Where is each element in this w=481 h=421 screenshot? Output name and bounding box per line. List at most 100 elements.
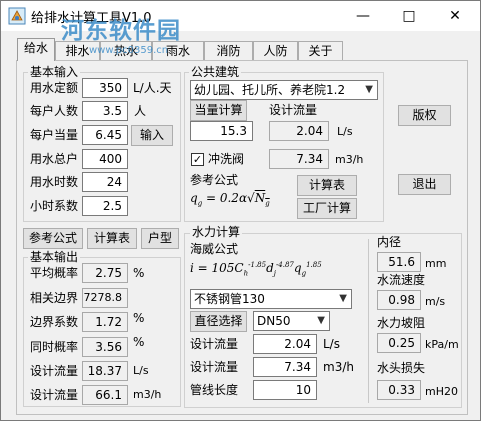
exit-button[interactable]: 退出 <box>398 174 451 195</box>
equiv-calc-button[interactable]: 当量计算 <box>190 100 247 121</box>
chevron-down-icon: ▼ <box>317 315 325 326</box>
hydraulic-calc-title: 水力计算 <box>190 225 243 239</box>
velocity-unit: m/s <box>425 295 446 308</box>
output-flow-m3h-label: 设计流量 <box>30 388 79 402</box>
output-flow-ls-label: 设计流量 <box>30 364 79 378</box>
hyd-flow-m3h-label: 设计流量 <box>190 360 239 374</box>
water-quota-label: 用水定额 <box>30 81 79 95</box>
ref-formula-button[interactable]: 参考公式 <box>23 228 83 249</box>
inner-diameter-value: 51.6 <box>377 252 421 272</box>
simultaneous-probability-label: 同时概率 <box>30 340 79 354</box>
tab-water-supply[interactable]: 给水 <box>17 38 55 61</box>
flow-formula: qg = 0.2α√Ng <box>190 191 270 208</box>
hydraulic-gradient-label: 水力坡阻 <box>377 316 426 330</box>
usage-hours-label: 用水时数 <box>30 175 79 189</box>
avg-probability-value: 2.75 <box>82 263 128 283</box>
basic-output-title: 基本输出 <box>28 250 81 264</box>
maximize-button[interactable]: □ <box>386 1 432 31</box>
app-window: 给排水计算工具V1.0 — □ ✕ 给水 排水 热水 雨水 消防 人防 关于 河… <box>0 0 481 421</box>
diameter-select-value: DN50 <box>257 314 291 328</box>
persons-unit: 人 <box>134 104 147 118</box>
velocity-label: 水流速度 <box>377 273 426 287</box>
chevron-down-icon: ▼ <box>365 84 373 95</box>
copyright-button[interactable]: 版权 <box>398 105 451 126</box>
hyd-flow-ls-unit: L/s <box>323 337 340 351</box>
head-loss-value: 0.33 <box>377 380 421 400</box>
flush-valve-checkbox[interactable]: ✓ <box>191 153 204 166</box>
hazen-formula-label: 海威公式 <box>190 242 239 256</box>
total-households-input[interactable]: 400 <box>82 149 128 169</box>
fixture-units-label: 每户当量 <box>30 128 79 142</box>
head-loss-unit: mH20 <box>425 385 458 398</box>
flush-valve-label: 冲洗阀 <box>208 152 245 166</box>
tab-rainwater[interactable]: 雨水 <box>152 41 204 60</box>
total-households-label: 用水总户 <box>30 152 79 166</box>
fixture-units-input[interactable]: 6.45 <box>82 125 128 145</box>
design-flow-ls-value: 2.04 <box>269 121 329 141</box>
boundary-coefficient-value: 1.72 <box>82 312 128 332</box>
public-building-title: 公共建筑 <box>189 65 242 79</box>
water-quota-unit: L/人.天 <box>133 81 172 95</box>
inner-diameter-unit: mm <box>425 257 447 270</box>
velocity-value: 0.98 <box>377 290 421 310</box>
inner-diameter-label: 内径 <box>377 235 402 249</box>
calc-table-button-2[interactable]: 计算表 <box>87 228 137 249</box>
design-flow-label: 设计流量 <box>269 103 318 117</box>
water-quota-input[interactable]: 350 <box>82 78 128 98</box>
diameter-select[interactable]: DN50 ▼ <box>253 311 330 331</box>
hyd-flow-m3h-input[interactable]: 7.34 <box>253 357 317 377</box>
hydraulic-gradient-value: 0.25 <box>377 333 421 353</box>
diameter-select-button[interactable]: 直径选择 <box>190 311 247 332</box>
minimize-button[interactable]: — <box>340 1 386 31</box>
output-flow-m3h-unit: m3/h <box>133 388 162 401</box>
building-type-value: 幼儿园、托儿所、养老院1.2 <box>194 83 346 97</box>
tab-fire-protection[interactable]: 消防 <box>204 41 253 60</box>
building-type-select[interactable]: 幼儿园、托儿所、养老院1.2 ▼ <box>190 80 378 100</box>
title-bar[interactable]: 给排水计算工具V1.0 — □ ✕ <box>1 1 480 31</box>
persons-per-household-input[interactable]: 3.5 <box>82 101 128 121</box>
pipe-length-label: 管线长度 <box>190 383 239 397</box>
boundary-coefficient-label: 边界系数 <box>30 315 79 329</box>
tab-hot-water[interactable]: 热水 <box>100 41 152 60</box>
output-flow-ls-unit: L/s <box>133 364 149 377</box>
persons-per-household-label: 每户人数 <box>30 104 79 118</box>
output-flow-ls-value: 18.37 <box>82 361 128 381</box>
pipe-material-value: 不锈钢管130 <box>194 292 265 306</box>
head-loss-label: 水头损失 <box>377 361 426 375</box>
simultaneous-probability-value: 3.56 <box>82 337 128 357</box>
pipe-length-input[interactable]: 10 <box>253 380 317 400</box>
usage-hours-input[interactable]: 24 <box>82 172 128 192</box>
hyd-flow-m3h-unit: m3/h <box>323 360 354 374</box>
hour-coefficient-input[interactable]: 2.5 <box>82 196 128 216</box>
avg-probability-unit: % <box>133 266 145 280</box>
design-flow-ls-unit: L/s <box>337 125 353 138</box>
input-button[interactable]: 输入 <box>131 125 173 146</box>
window-title: 给排水计算工具V1.0 <box>31 11 152 26</box>
hazen-formula: i = 105Ch-1.85dj-4.87qg1.85 <box>190 261 322 278</box>
hyd-flow-ls-label: 设计流量 <box>190 337 239 351</box>
calc-table-button[interactable]: 计算表 <box>297 175 357 196</box>
tab-drainage[interactable]: 排水 <box>55 41 100 60</box>
chevron-down-icon: ▼ <box>339 293 347 304</box>
factory-calc-button[interactable]: 工厂计算 <box>297 198 357 219</box>
simultaneous-probability-unit: % <box>133 335 145 349</box>
tab-civil-defense[interactable]: 人防 <box>253 41 298 60</box>
tab-about[interactable]: 关于 <box>298 41 343 60</box>
hydraulic-divider <box>368 239 369 403</box>
hyd-flow-ls-input[interactable]: 2.04 <box>253 334 317 354</box>
avg-probability-label: 平均概率 <box>30 266 79 280</box>
pipe-material-select[interactable]: 不锈钢管130 ▼ <box>190 289 352 309</box>
ref-formula-label: 参考公式 <box>190 173 239 187</box>
boundary-coefficient-unit: % <box>133 311 145 325</box>
close-button[interactable]: ✕ <box>432 1 478 31</box>
house-type-button[interactable]: 户型 <box>141 228 179 249</box>
output-flow-m3h-value: 66.1 <box>82 385 128 405</box>
related-boundary-value: 7278.8 <box>82 288 128 308</box>
app-icon <box>8 7 26 25</box>
equiv-value-input[interactable]: 15.3 <box>190 121 253 141</box>
related-boundary-label: 相关边界 <box>30 291 79 305</box>
design-flow-m3h-unit: m3/h <box>335 153 364 166</box>
hydraulic-gradient-unit: kPa/m <box>425 338 459 351</box>
design-flow-m3h-value: 7.34 <box>269 149 329 169</box>
hour-coefficient-label: 小时系数 <box>30 199 79 213</box>
